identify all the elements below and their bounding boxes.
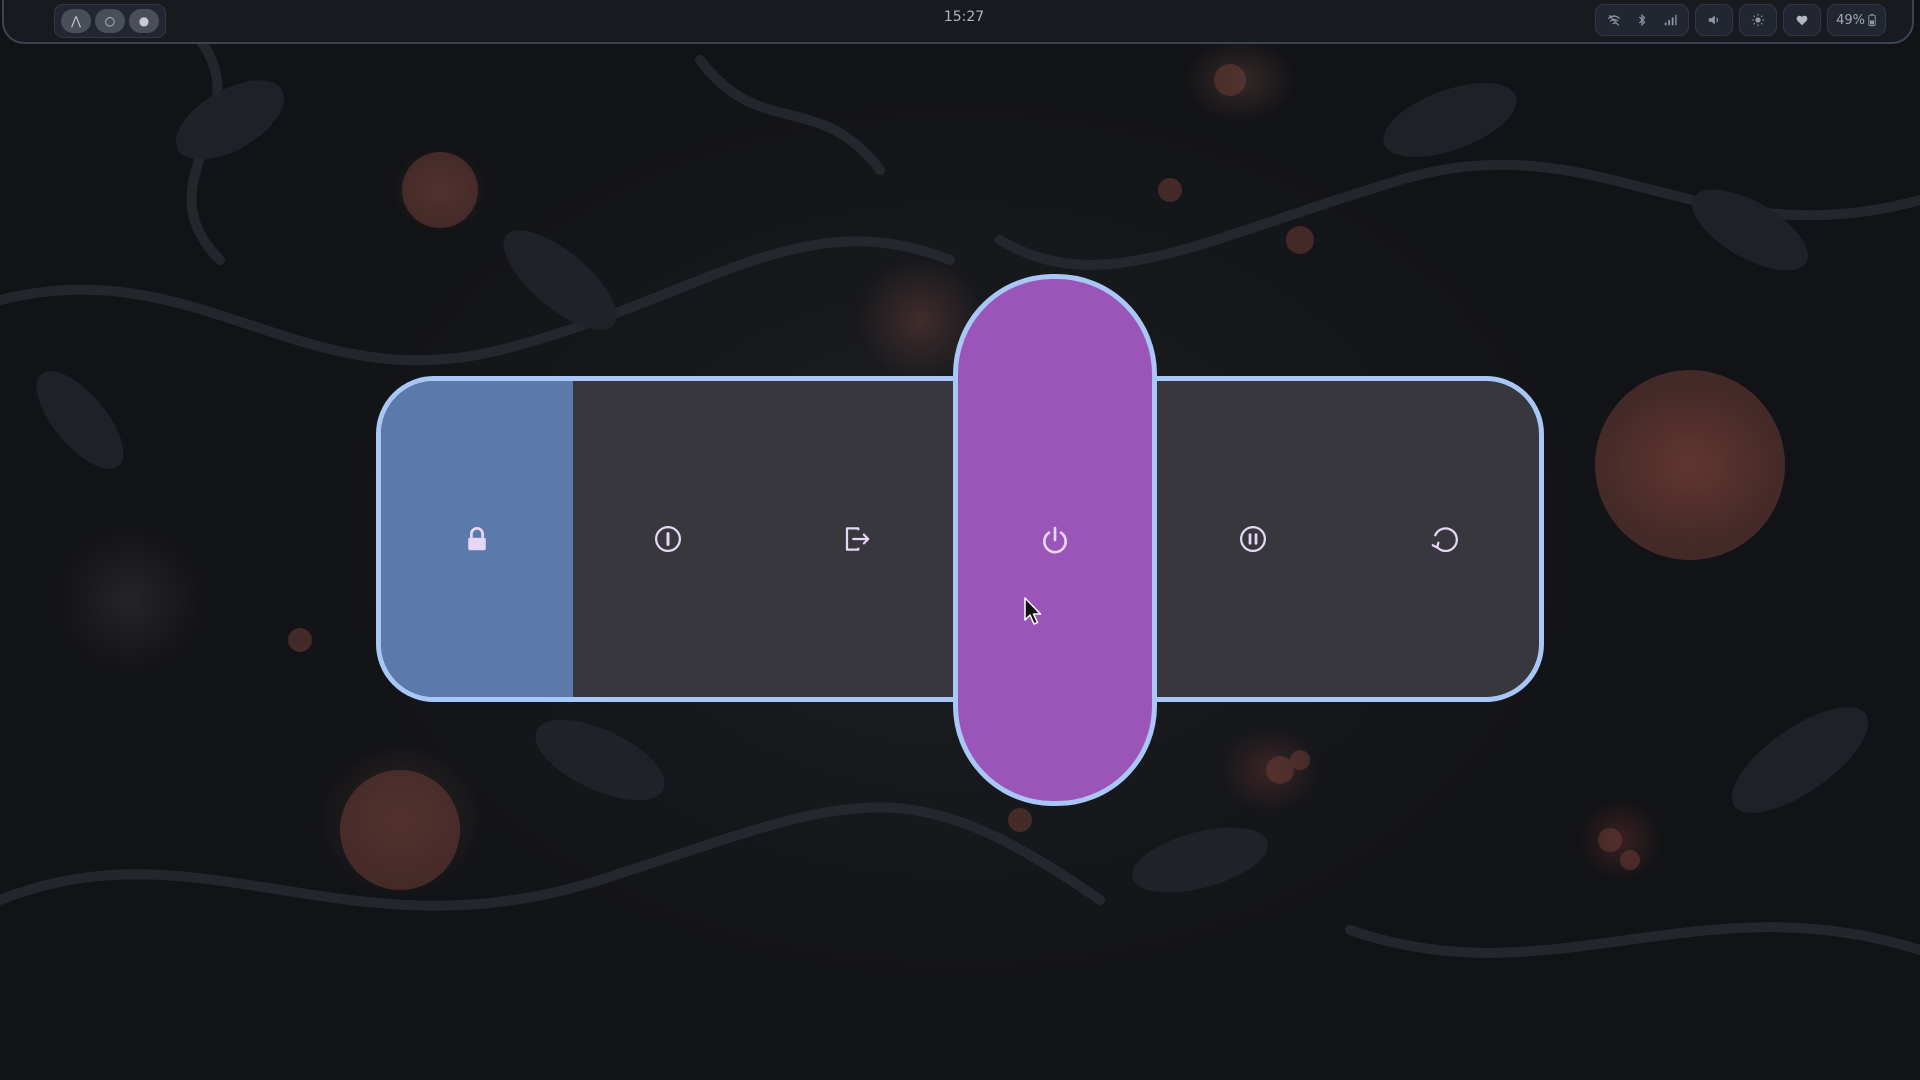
signal-icon [1660, 10, 1680, 30]
clock[interactable]: 15:27 [934, 9, 994, 25]
top-bar: ⋀ ○ ● 15:27 49% [2, 0, 1914, 44]
lock-button[interactable] [381, 381, 573, 697]
suspend-button[interactable] [1157, 381, 1349, 697]
volume-button[interactable] [1695, 4, 1734, 36]
lock-icon [468, 527, 486, 551]
battery-percent: 49% [1836, 12, 1865, 28]
reboot-icon [1431, 527, 1458, 553]
power-icon [1043, 526, 1067, 554]
mouse-cursor-icon [1024, 597, 1042, 625]
reboot-button[interactable] [1349, 381, 1539, 697]
brightness-button[interactable] [1739, 4, 1778, 36]
system-tray: 49% [1595, 4, 1886, 36]
exit-button[interactable] [763, 381, 951, 697]
heart-icon [1792, 10, 1812, 30]
shutdown-button[interactable] [953, 274, 1157, 806]
wifi-off-icon [1604, 10, 1624, 30]
volume-icon [1704, 10, 1724, 30]
logout-button[interactable] [573, 381, 763, 697]
exit-icon [845, 527, 870, 551]
workspace-switcher: ⋀ ○ ● [54, 4, 166, 38]
workspace-button-2[interactable]: ○ [95, 9, 125, 33]
workspace-button-3[interactable]: ● [129, 9, 159, 33]
workspace-button-arch[interactable]: ⋀ [61, 9, 91, 33]
brightness-icon [1748, 10, 1768, 30]
logout-icon [655, 526, 681, 552]
battery-icon [1867, 10, 1877, 30]
battery-indicator[interactable]: 49% [1827, 4, 1886, 36]
bluetooth-icon [1632, 10, 1652, 30]
pause-icon [1240, 526, 1266, 552]
favorite-button[interactable] [1783, 4, 1822, 36]
network-group[interactable] [1595, 4, 1690, 36]
